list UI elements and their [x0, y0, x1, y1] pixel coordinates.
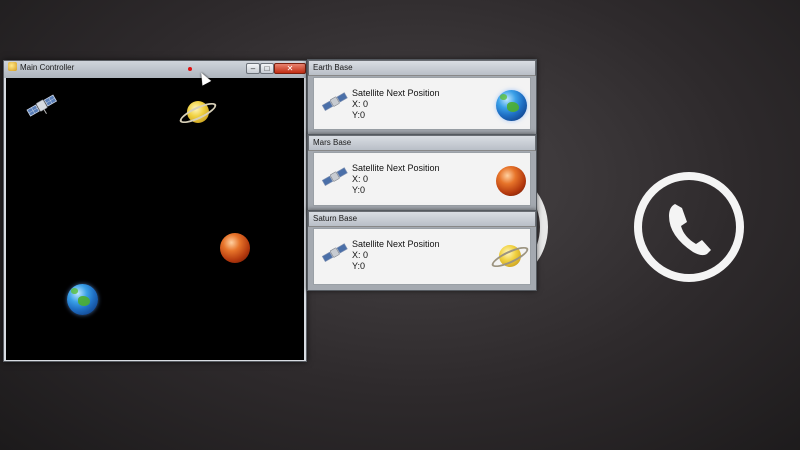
satellite-next-position-label: Satellite Next Position	[352, 88, 440, 98]
satellite-next-position-label: Satellite Next Position	[352, 163, 440, 173]
mars-base-titlebar[interactable]: Mars Base	[308, 135, 536, 151]
mars-base-window[interactable]: Mars Base Satellite Next Position X: 0 Y…	[307, 134, 537, 212]
x-position-value: X: 0	[352, 250, 369, 260]
app-icon	[8, 62, 17, 71]
space-canvas[interactable]	[6, 78, 304, 360]
minimize-button[interactable]: –	[246, 63, 260, 74]
earth-base-titlebar[interactable]: Earth Base	[308, 60, 536, 76]
mars-icon	[496, 166, 526, 196]
mars-base-body: Satellite Next Position X: 0 Y:0	[313, 152, 531, 206]
x-position-value: X: 0	[352, 174, 369, 184]
y-position-value: Y:0	[352, 110, 366, 120]
phone-ring	[634, 172, 744, 282]
main-controller-title: Main Controller	[20, 63, 75, 72]
saturn-base-window[interactable]: Saturn Base Satellite Next Position X: 0…	[307, 210, 537, 291]
earth-icon	[67, 284, 98, 315]
status-dot	[188, 67, 192, 71]
satellite-icon	[321, 92, 348, 112]
y-position-value: Y:0	[352, 185, 366, 195]
maximize-button[interactable]: □	[260, 63, 274, 74]
earth-icon	[496, 90, 527, 121]
main-controller-window[interactable]: Main Controller – □ ✕	[3, 60, 307, 362]
earth-base-window[interactable]: Earth Base Satellite Next Position X: 0 …	[307, 59, 537, 136]
earth-base-body: Satellite Next Position X: 0 Y:0	[313, 77, 531, 130]
saturn-icon	[177, 95, 219, 131]
saturn-base-body: Satellite Next Position X: 0 Y:0	[313, 228, 531, 285]
close-button[interactable]: ✕	[274, 63, 306, 74]
saturn-base-titlebar[interactable]: Saturn Base	[308, 211, 536, 227]
satellite-icon[interactable]	[26, 93, 58, 119]
saturn-icon	[489, 238, 531, 276]
y-position-value: Y:0	[352, 261, 366, 271]
satellite-next-position-label: Satellite Next Position	[352, 239, 440, 249]
satellite-icon	[321, 243, 348, 263]
x-position-value: X: 0	[352, 99, 369, 109]
mars-icon	[220, 233, 250, 263]
satellite-icon	[321, 167, 348, 187]
phone-icon	[669, 204, 711, 256]
